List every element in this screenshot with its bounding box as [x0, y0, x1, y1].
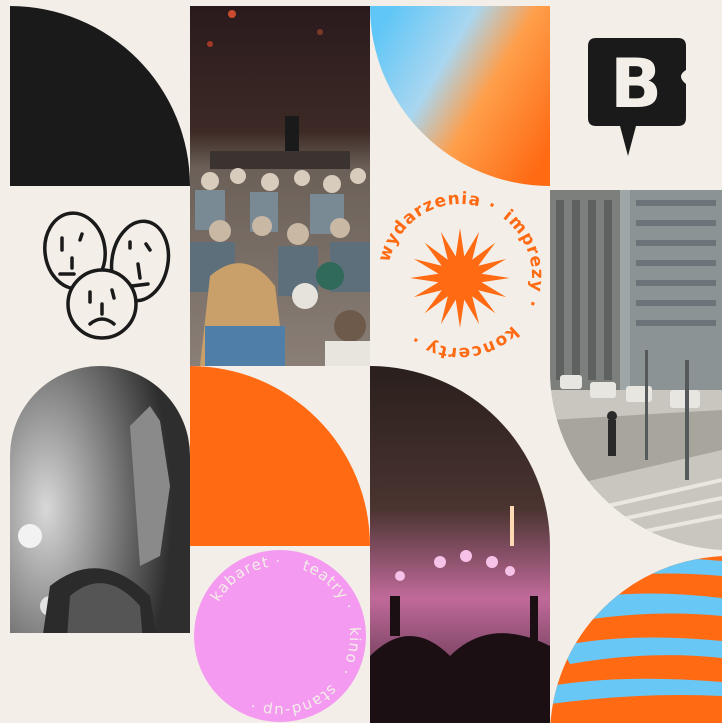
event-collage: B wydarzenia · imprezy · koncerty · kaba… [0, 0, 722, 723]
three-faces-doodle-icon [43, 211, 171, 340]
svg-text:imprezy ·: imprezy · [499, 206, 547, 311]
city-street-photo [550, 190, 722, 550]
festival-crowd-photo [190, 6, 370, 366]
badge-word-3: koncerty · [407, 322, 522, 363]
striped-circle [550, 546, 722, 723]
concert-stage-photo [370, 366, 550, 723]
logo-letter: B [610, 45, 662, 124]
black-quarter-circle [10, 6, 190, 186]
faces-doodle [10, 186, 190, 366]
orange-quarter-shape [190, 366, 370, 546]
culture-badge: kabaret · teatry · kino · stand-up · [190, 546, 370, 723]
dancer-bw-photo [10, 366, 190, 723]
gradient-half-circle [370, 6, 550, 186]
svg-text:koncerty ·: koncerty · [407, 322, 523, 363]
events-badge: wydarzenia · imprezy · koncerty · [370, 186, 550, 366]
badge-word-2: imprezy · [499, 206, 546, 311]
sixteen-point-star-icon [410, 228, 510, 328]
brand-logo: B [550, 6, 722, 186]
speech-bubble-b-logo-icon: B [588, 38, 686, 156]
